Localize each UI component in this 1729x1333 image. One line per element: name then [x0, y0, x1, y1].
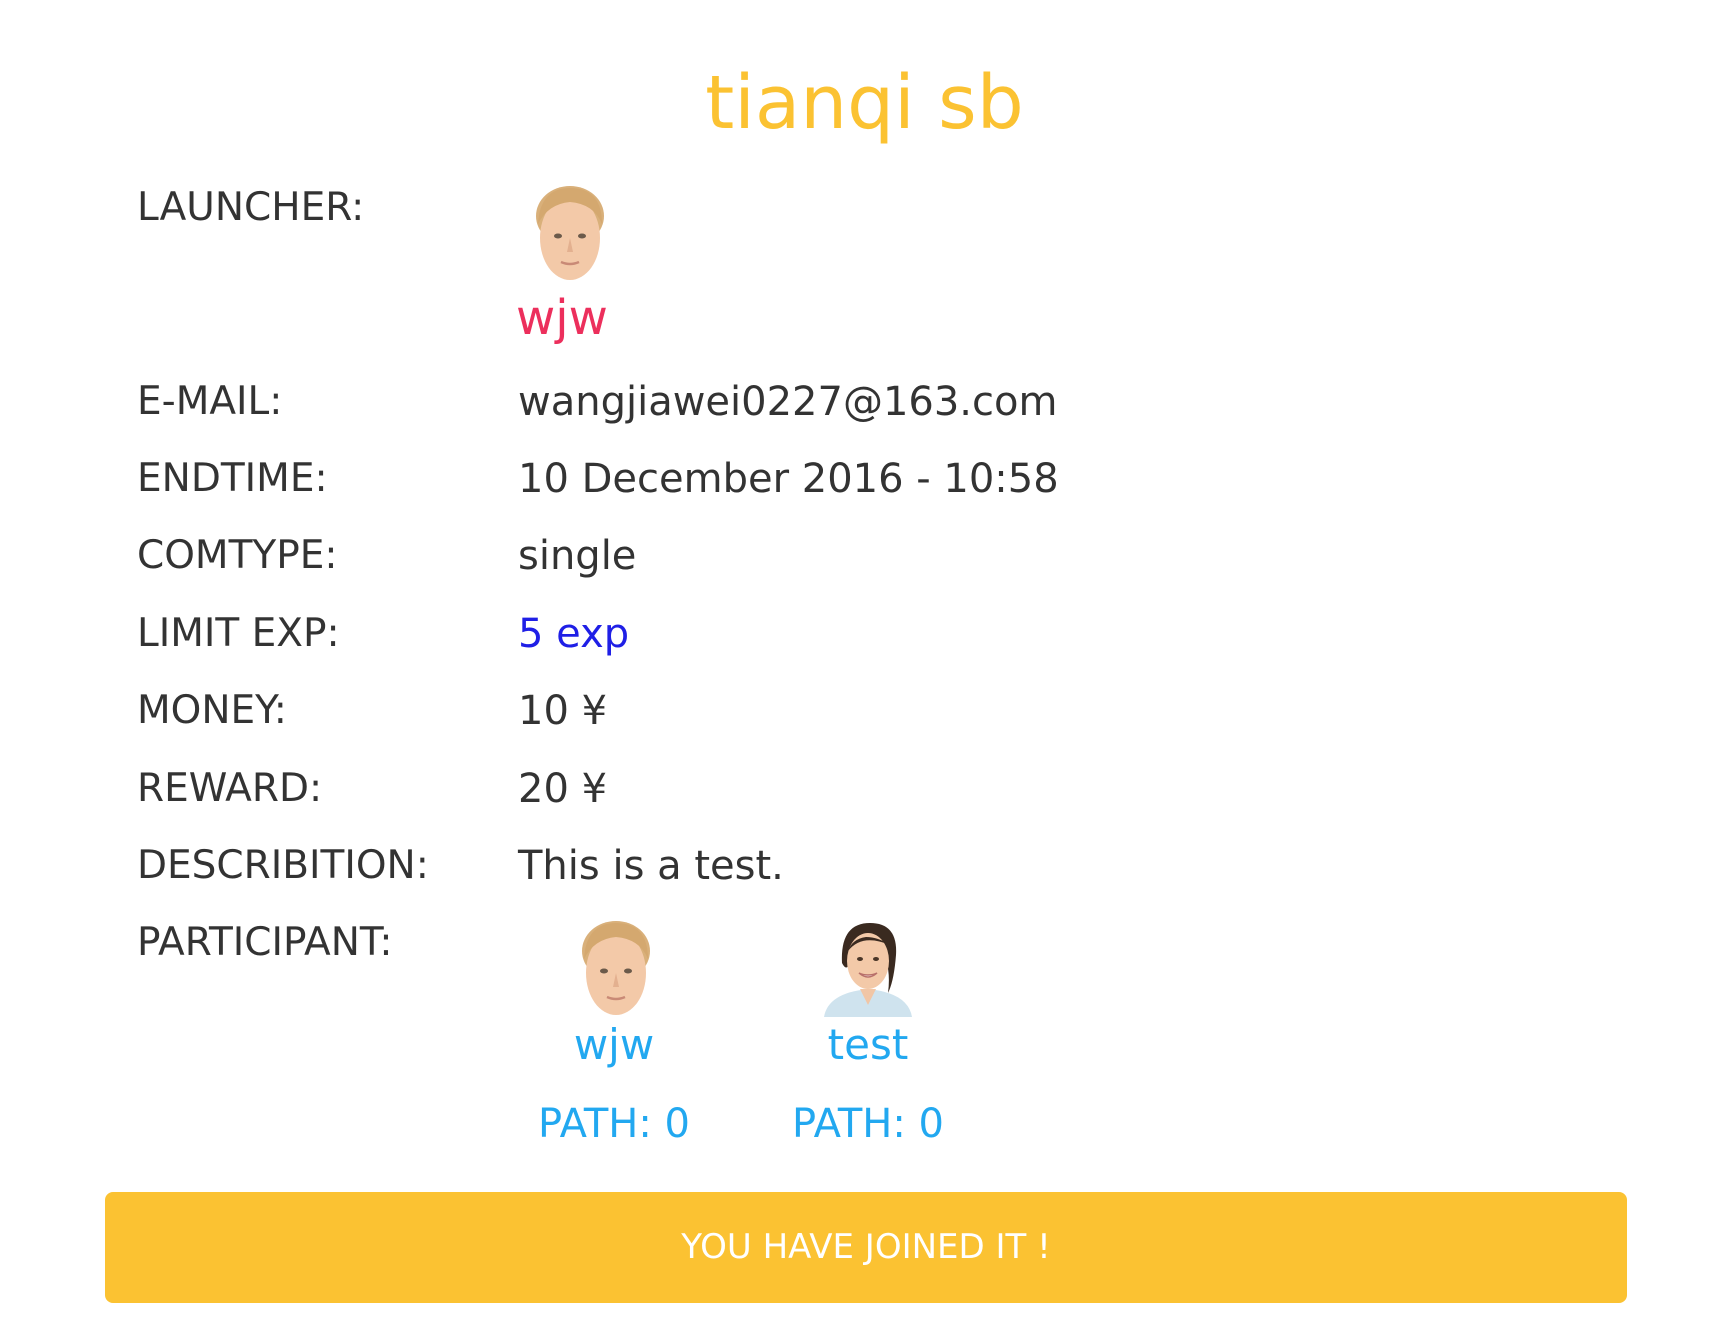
- email-value: wangjiawei0227@163.com: [518, 379, 1058, 425]
- endtime-label: ENDTIME:: [137, 456, 328, 501]
- participant-path: PATH: 0: [538, 1101, 690, 1147]
- limit-exp-value: 5 exp: [518, 611, 630, 657]
- participant-label: PARTICIPANT:: [137, 920, 393, 965]
- limit-exp-label: LIMIT EXP:: [137, 611, 340, 656]
- email-label: E-MAIL:: [137, 379, 283, 424]
- description-value: This is a test.: [518, 843, 784, 889]
- description-label: DESCRIBITION:: [137, 843, 429, 888]
- money-label: MONEY:: [137, 688, 287, 733]
- female-avatar-icon[interactable]: [818, 915, 918, 1017]
- male-avatar-icon[interactable]: [566, 915, 666, 1017]
- participant-name[interactable]: test: [748, 1018, 988, 1072]
- reward-label: REWARD:: [137, 766, 323, 811]
- launcher-avatar-icon[interactable]: [520, 180, 620, 282]
- money-value: 10 ¥: [518, 688, 608, 734]
- participant-path: PATH: 0: [792, 1101, 944, 1147]
- joined-button[interactable]: YOU HAVE JOINED IT !: [105, 1192, 1627, 1303]
- reward-value: 20 ¥: [518, 766, 608, 812]
- page-title: tianqi sb: [705, 60, 1024, 146]
- launcher-name[interactable]: wjw: [516, 288, 608, 348]
- endtime-value: 10 December 2016 - 10:58: [518, 456, 1059, 502]
- participant-name[interactable]: wjw: [494, 1018, 734, 1072]
- launcher-label: LAUNCHER:: [137, 185, 365, 230]
- comtype-label: COMTYPE:: [137, 533, 338, 578]
- comtype-value: single: [518, 533, 637, 579]
